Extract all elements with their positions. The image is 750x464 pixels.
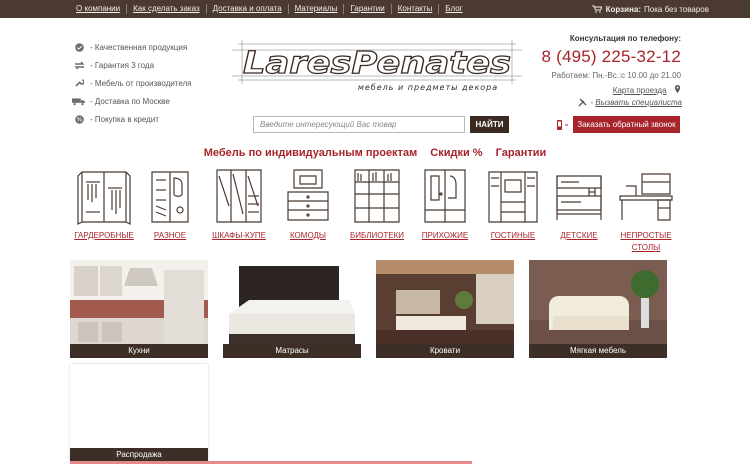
category-misc[interactable]: РАЗНОЕ [136, 166, 204, 242]
search-input[interactable]: Введите интересующий Вас товар [253, 116, 465, 133]
category-desks[interactable]: НЕПРОСТЫЕ СТОЛЫ [612, 166, 680, 254]
category-bookcases[interactable]: БИБЛИОТЕКИ [343, 166, 411, 242]
cart-summary[interactable]: Корзина: Пока без товаров [591, 0, 709, 18]
product-tile-mattresses[interactable]: Матрасы [223, 260, 361, 358]
product-caption: Распродажа [70, 448, 208, 462]
product-tile-beds[interactable]: Кровати [376, 260, 514, 358]
site-logo[interactable]: LaresPenates мебель и предметы декора [232, 40, 522, 94]
dresser-icon [287, 169, 329, 221]
promo-line: Мебель по индивидуальным проектам Скидки… [0, 147, 750, 159]
category-icons: ГАРДЕРОБНЫЕ РАЗНОЕ ШКАФЫ-КУПЕ КОМОДЫ БИБ… [70, 166, 680, 256]
bookcase-icon [354, 169, 400, 223]
category-sliding-wardrobes[interactable]: ШКАФЫ-КУПЕ [205, 166, 273, 242]
category-label: ПРИХОЖИЕ [421, 231, 469, 240]
desk-icon [619, 173, 673, 221]
advantage-label: - Гарантия 3 года [90, 60, 155, 70]
promo-guarantees[interactable]: Гарантии [496, 147, 547, 159]
cart-status: Пока без товаров [644, 4, 709, 14]
search-button[interactable]: НАЙТИ [470, 116, 509, 133]
nav-link-how-to-order[interactable]: Как сделать заказ [126, 4, 206, 14]
advantage-item: - Доставка по Москве [72, 92, 192, 110]
nav-link-contacts[interactable]: Контакты [390, 4, 439, 14]
advantage-item: % - Покупка в кредит [72, 110, 192, 128]
nav-link-blog[interactable]: Блог [438, 4, 468, 14]
truck-icon [72, 96, 86, 106]
svg-text:%: % [76, 116, 82, 123]
hallway-icon [424, 169, 466, 223]
sliding-wardrobe-icon [216, 169, 262, 223]
advantage-label: - Мебель от производителя [90, 78, 192, 88]
tools-icon [578, 98, 587, 107]
nav-link-delivery[interactable]: Доставка и оплата [205, 4, 288, 14]
wardrobe-room-icon [77, 171, 131, 225]
nav-link-about[interactable]: О компании [71, 4, 126, 14]
check-icon [72, 42, 86, 52]
category-living-rooms[interactable]: ГОСТИНЫЕ [479, 166, 547, 242]
advantage-label: - Доставка по Москве [90, 96, 170, 106]
consult-label: Консультация по телефону: [569, 34, 681, 43]
exchange-icon [72, 60, 86, 70]
map-pin-icon [674, 84, 681, 93]
category-label: ШКАФЫ-КУПЕ [212, 231, 266, 240]
call-specialist-link[interactable]: Вызвать специалиста [595, 98, 682, 107]
misc-furniture-icon [151, 171, 189, 223]
working-hours: Работаем: Пн.-Вс.:с 10.00 до 21.00 [551, 71, 681, 80]
nav-link-guarantees[interactable]: Гарантии [343, 4, 390, 14]
product-tile-sale[interactable]: Распродажа [70, 364, 208, 464]
advantage-item: - Мебель от производителя [72, 74, 192, 92]
category-label: ГАРДЕРОБНЫЕ [74, 231, 134, 240]
category-label: ДЕТСКИЕ [560, 231, 598, 240]
advantage-label: - Покупка в кредит [90, 114, 159, 124]
category-dressers[interactable]: КОМОДЫ [274, 166, 342, 242]
call-specialist[interactable]: - Вызвать специалиста [578, 98, 682, 107]
advantage-item: - Гарантия 3 года [72, 56, 192, 74]
top-navigation: О компании Как сделать заказ Доставка и … [71, 0, 469, 18]
cart-icon [591, 5, 602, 13]
product-caption: Кровати [376, 344, 514, 358]
cart-label: Корзина: [605, 4, 642, 14]
wrench-icon [72, 78, 86, 88]
percent-icon: % [72, 114, 86, 124]
promo-individual-projects[interactable]: Мебель по индивидуальным проектам [204, 147, 418, 159]
living-room-wall-icon [488, 171, 538, 223]
category-kids-rooms[interactable]: ДЕТСКИЕ [545, 166, 613, 242]
product-tile-kitchens[interactable]: Кухни [70, 260, 208, 358]
callback-button[interactable]: Заказать обратный звонок [573, 116, 680, 133]
product-caption: Мягкая мебель [529, 344, 667, 358]
product-tile-upholstered[interactable]: Мягкая мебель [529, 260, 667, 358]
category-wardrobe-rooms[interactable]: ГАРДЕРОБНЫЕ [70, 166, 138, 242]
phone-number[interactable]: 8 (495) 225-32-12 [542, 47, 682, 67]
contact-block: Консультация по телефону: 8 (495) 225-32… [542, 34, 682, 98]
advantage-label: - Качественная продукция [90, 42, 188, 52]
promo-discounts[interactable]: Скидки % [430, 147, 482, 159]
route-map-link[interactable]: Карта проезда [613, 86, 667, 95]
category-label: ГОСТИНЫЕ [490, 231, 536, 240]
bunk-bed-icon [556, 175, 602, 220]
nav-link-materials[interactable]: Материалы [287, 4, 344, 14]
product-caption: Матрасы [223, 344, 361, 358]
logo-text: LaresPenates [243, 46, 511, 81]
phone-icon [556, 118, 570, 130]
product-caption: Кухни [70, 344, 208, 358]
advantages-list: - Качественная продукция - Гарантия 3 го… [72, 38, 192, 128]
category-label: НЕПРОСТЫЕ СТОЛЫ [620, 231, 672, 252]
advantage-item: - Качественная продукция [72, 38, 192, 56]
logo-tagline: мебель и предметы декора [358, 83, 498, 92]
category-hallways[interactable]: ПРИХОЖИЕ [411, 166, 479, 242]
category-label: БИБЛИОТЕКИ [349, 231, 405, 240]
category-label: КОМОДЫ [289, 231, 326, 240]
category-label: РАЗНОЕ [153, 231, 187, 240]
